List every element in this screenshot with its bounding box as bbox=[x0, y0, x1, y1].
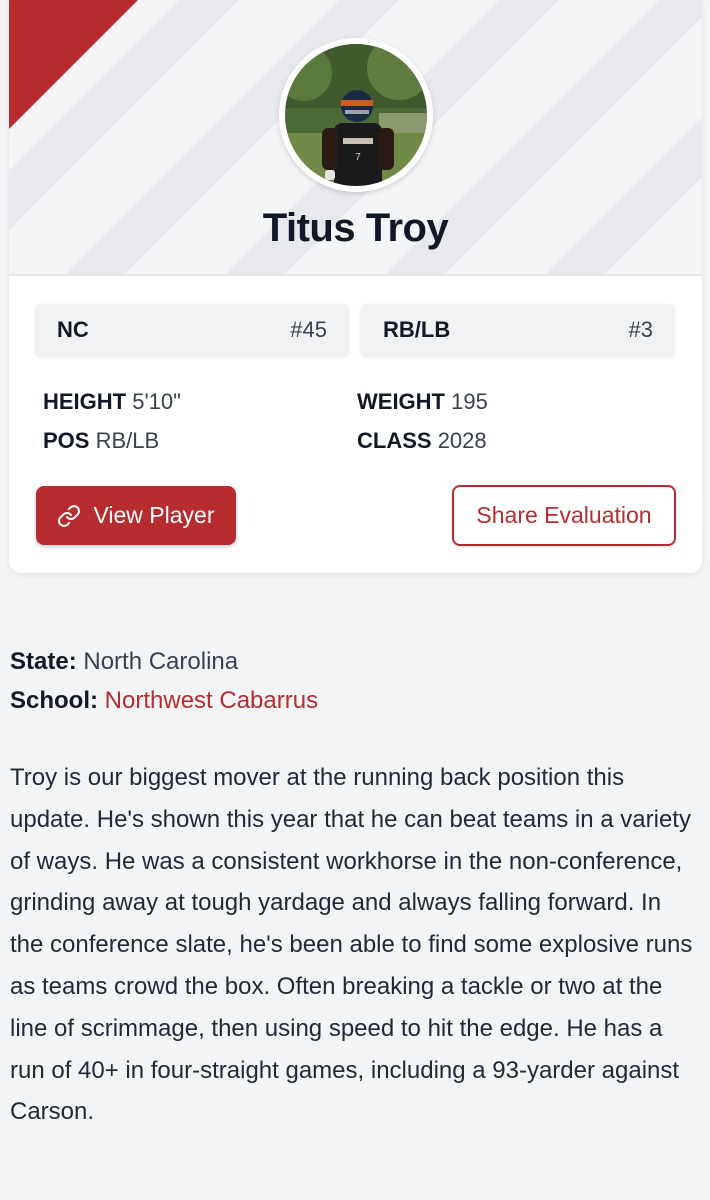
position-chip-label: RB/LB bbox=[383, 317, 451, 342]
view-player-button[interactable]: View Player bbox=[36, 486, 236, 545]
stat-pos-label: POS bbox=[43, 428, 90, 453]
position-chip-rank: #3 bbox=[628, 317, 653, 342]
stat-height-value: 5'10" bbox=[132, 389, 181, 414]
school-info-label: School: bbox=[10, 687, 98, 714]
stat-class-label: CLASS bbox=[357, 428, 432, 453]
stat-height: HEIGHT 5'10" bbox=[43, 389, 181, 415]
card-header: 7 Titus Troy bbox=[9, 0, 702, 274]
position-rank-chip: RB/LB #3 bbox=[361, 304, 675, 356]
stat-weight-label: WEIGHT bbox=[357, 389, 445, 414]
stat-weight-value: 195 bbox=[451, 389, 488, 414]
evaluation-text: Troy is our biggest mover at the running… bbox=[10, 764, 693, 1126]
player-photo-icon: 7 bbox=[279, 38, 433, 192]
view-player-label: View Player bbox=[93, 502, 215, 528]
share-evaluation-button[interactable]: Share Evaluation bbox=[452, 485, 676, 546]
state-info-value: North Carolina bbox=[83, 648, 239, 675]
player-card: 7 Titus Troy NC #45 RB/LB #3 HEIGHT 5'10… bbox=[9, 0, 702, 573]
stat-pos-value: RB/LB bbox=[95, 428, 160, 453]
stat-class: CLASS 2028 bbox=[357, 428, 487, 454]
link-icon bbox=[58, 504, 81, 527]
state-chip-rank: #45 bbox=[290, 317, 327, 342]
school-link[interactable]: Northwest Cabarrus bbox=[105, 687, 318, 714]
state-info: State: North Carolina bbox=[10, 648, 238, 676]
stat-weight: WEIGHT 195 bbox=[357, 389, 488, 415]
stat-class-value: 2028 bbox=[437, 428, 487, 453]
state-rank-chip: NC #45 bbox=[35, 304, 349, 356]
state-chip-label: NC bbox=[57, 317, 89, 342]
stat-height-label: HEIGHT bbox=[43, 389, 127, 414]
stat-position: POS RB/LB bbox=[43, 428, 159, 454]
header-divider bbox=[9, 274, 702, 276]
player-avatar: 7 bbox=[279, 38, 433, 192]
share-evaluation-label: Share Evaluation bbox=[476, 502, 652, 528]
player-name: Titus Troy bbox=[262, 206, 449, 250]
school-info: School: Northwest Cabarrus bbox=[10, 687, 318, 715]
svg-text:7: 7 bbox=[355, 152, 361, 163]
state-info-label: State: bbox=[10, 648, 77, 675]
